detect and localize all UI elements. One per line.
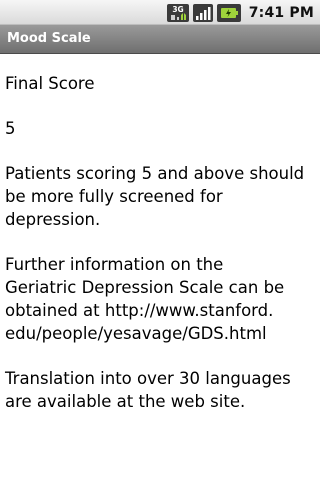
translation-note: Translation into over 30 languages are a… [5,369,291,411]
signal-bars-icon [192,3,213,22]
network-badge-text: 3G [172,5,183,14]
app-title: Mood Scale [7,31,91,46]
battery-icon [216,3,241,22]
status-time: 7:41 PM [249,5,314,21]
network-3g-icon: 3G [166,3,189,22]
final-score-value: 5 [5,119,16,138]
further-info-line-1: Further information on the [5,255,224,274]
final-score-heading: Final Score [5,74,95,93]
further-information: Further information on the Geriatric Dep… [5,253,311,345]
further-info-line-2: Geriatric Depression Scale can be [5,278,285,297]
result-content: Final Score 5 Patients scoring 5 and abo… [5,72,311,435]
screening-advice: Patients scoring 5 and above should be m… [5,164,305,229]
status-time-value: 7:41 [248,4,285,21]
status-icons: 3G 7:41 PM [166,3,314,22]
title-bar: Mood Scale [0,25,320,54]
status-bar: 3G 7:41 PM [0,0,320,25]
further-info-line-4: edu/people/yesavage/GDS.html [5,324,267,343]
further-info-line-3: obtained at http://www.stanford. [5,301,274,320]
status-time-suffix: PM [289,4,314,21]
